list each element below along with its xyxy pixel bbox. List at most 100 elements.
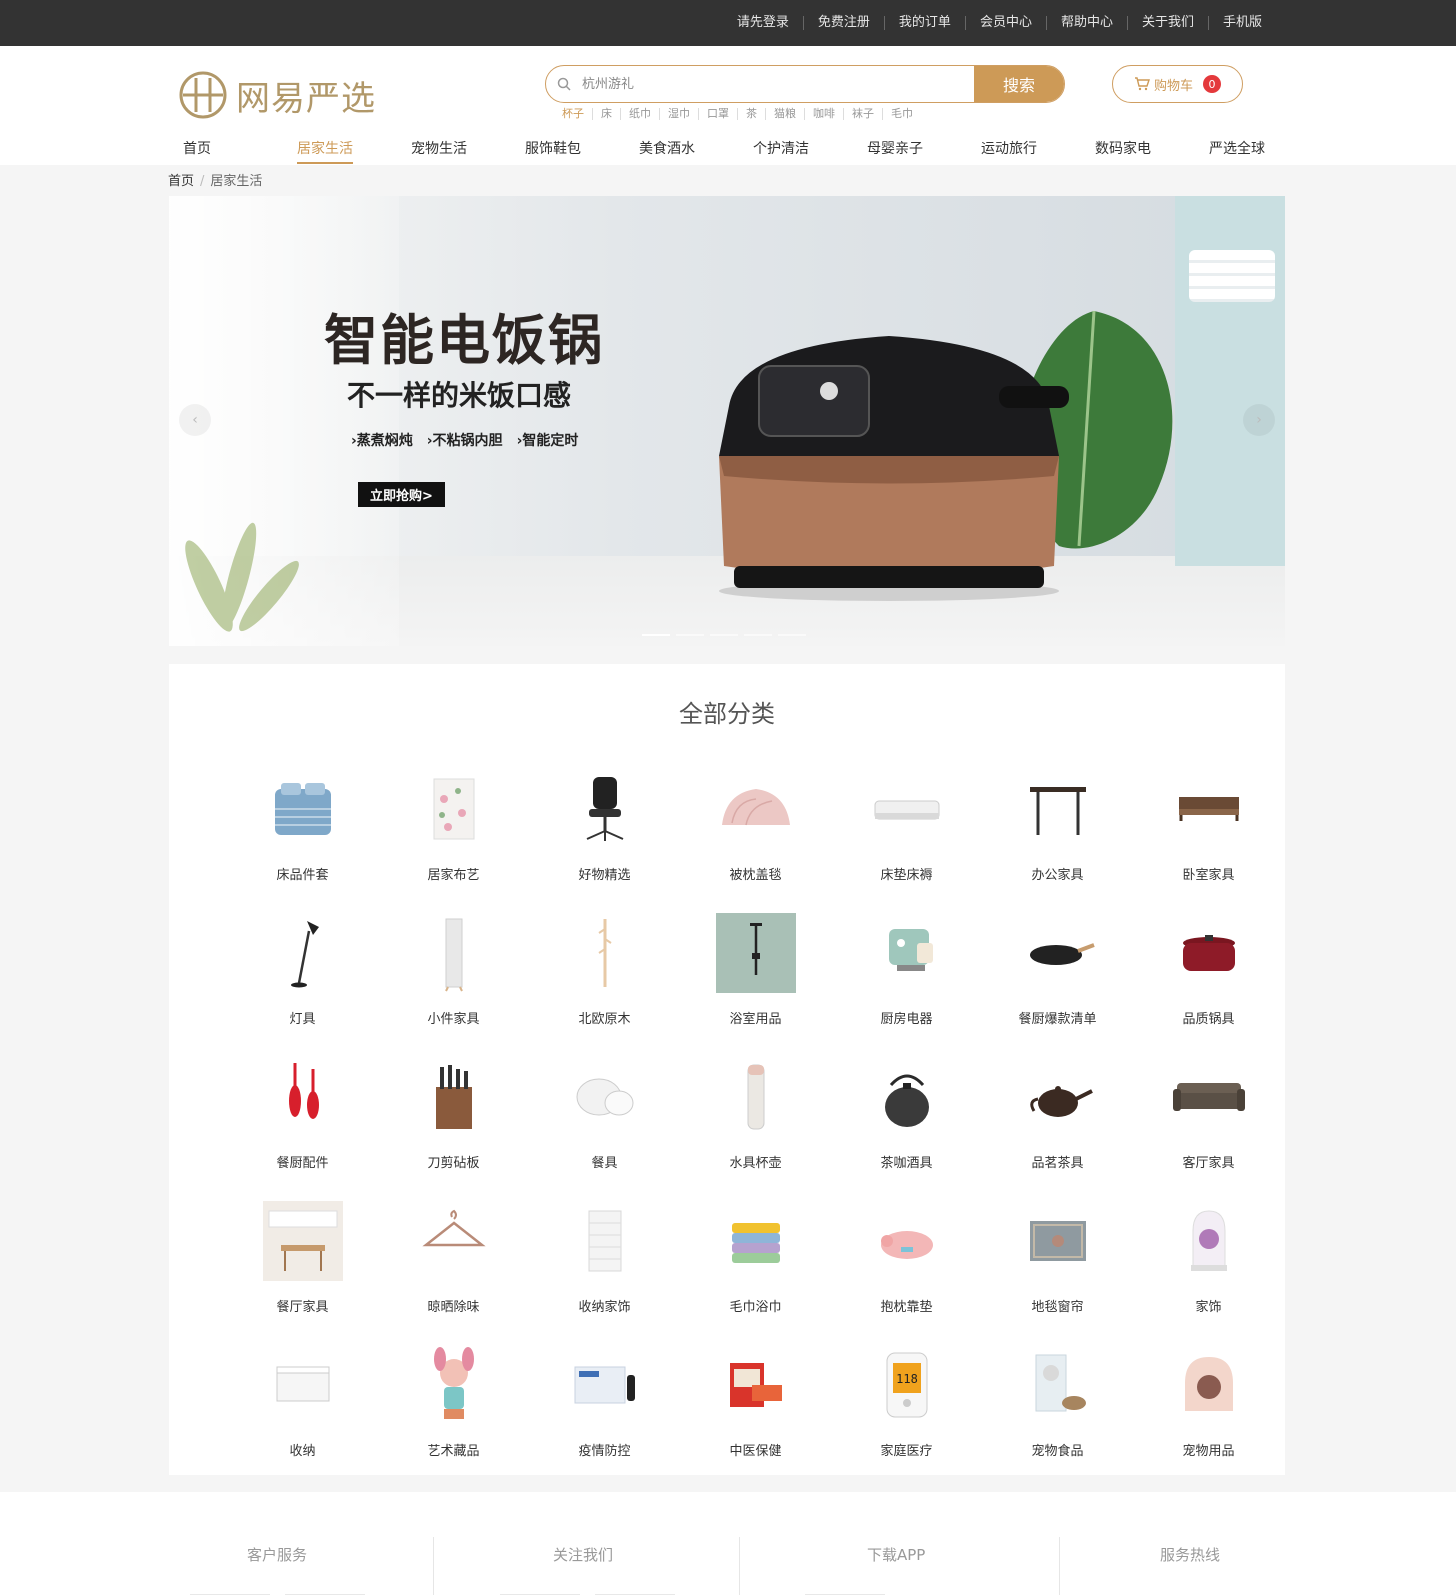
footer-hotline[interactable]: 服务热线 [1160,1544,1220,1565]
category-item[interactable]: 客厅家具 [1133,1052,1284,1196]
category-item[interactable]: 刀剪砧板 [378,1052,529,1196]
buy-now-button[interactable]: 立即抢购> [358,482,445,507]
nav-item[interactable]: 首页 [183,138,297,164]
hot-word-link[interactable]: 袜子 [843,108,882,120]
category-item[interactable]: 地毯窗帘 [982,1196,1133,1340]
category-item[interactable]: 中医保健 [680,1340,831,1484]
carousel-dot[interactable] [778,634,806,636]
hot-word-link[interactable]: 湿巾 [659,108,698,120]
carousel-dot[interactable] [676,634,704,636]
category-item[interactable]: 家饰 [1133,1196,1284,1340]
top-link[interactable]: 免费注册 [802,16,884,30]
nav-item[interactable]: 居家生活 [297,138,411,164]
hot-word-link[interactable]: 猫粮 [765,108,804,120]
footer-download-app[interactable]: 下载APP [867,1544,925,1565]
category-item[interactable]: 灯具 [227,908,378,1052]
category-item[interactable]: 毛巾浴巾 [680,1196,831,1340]
carousel-next-arrow[interactable]: › [1243,404,1275,436]
nav-item[interactable]: 严选全球 [1209,138,1323,164]
hot-word-link[interactable]: 纸巾 [620,108,659,120]
hot-word-link[interactable]: 杯子 [562,108,592,120]
category-item[interactable]: 被枕盖毯 [680,764,831,908]
search-button[interactable]: 搜索 [974,66,1064,102]
category-item[interactable]: 收纳家饰 [529,1196,680,1340]
category-item[interactable]: 小件家具 [378,908,529,1052]
hot-words: 杯子床纸巾 湿巾 口罩茶猫粮 咖啡 袜子 毛巾 [562,108,921,120]
category-label: 客厅家具 [1182,1156,1235,1171]
footer-customer-service[interactable]: 客户服务 [247,1544,307,1565]
category-label: 刀剪砧板 [427,1156,480,1171]
nav-item-label: 居家生活 [297,138,353,164]
nav-item-label: 宠物生活 [411,141,467,157]
carousel-prev-arrow[interactable]: ‹ [179,404,211,436]
category-item[interactable]: 餐厅家具 [227,1196,378,1340]
carousel-dot[interactable] [710,634,738,636]
category-item[interactable]: 艺术藏品 [378,1340,529,1484]
category-item[interactable]: 居家布艺 [378,764,529,908]
mattress-icon [862,764,952,854]
hot-word-link[interactable]: 咖啡 [804,108,843,120]
category-item[interactable]: 宠物食品 [982,1340,1133,1484]
category-item[interactable]: 茶咖酒具 [831,1052,982,1196]
search-input[interactable] [582,66,974,102]
nav-item-label: 数码家电 [1095,141,1151,157]
category-label: 艺术藏品 [427,1444,480,1459]
category-item[interactable]: 床垫床褥 [831,764,982,908]
category-item[interactable]: 收纳 [227,1340,378,1484]
nav-item[interactable]: 数码家电 [1095,138,1209,164]
main-nav: 首页 居家生活 宠物生活 服饰鞋包 美食酒水 个护清洁 母婴亲子 运动旅行 数码家电 严选全球 [183,138,1323,164]
nav-item[interactable]: 宠物生活 [411,138,525,164]
category-item[interactable]: 厨房电器 [831,908,982,1052]
category-label: 办公家具 [1031,868,1084,883]
category-item[interactable]: 卧室家具 [1133,764,1284,908]
nav-item[interactable]: 服饰鞋包 [525,138,639,164]
category-item[interactable]: 浴室用品 [680,908,831,1052]
category-item[interactable]: 品质锅具 [1133,908,1284,1052]
breadcrumb-home[interactable]: 首页 [168,174,194,189]
nav-item[interactable]: 个护清洁 [753,138,867,164]
banner-feature: ›蒸煮焖炖 [351,433,413,449]
top-link[interactable]: 请先登录 [723,16,803,30]
carousel-dot[interactable] [642,634,670,636]
category-item[interactable]: 北欧原木 [529,908,680,1052]
banner-carousel[interactable]: 智能电饭锅 不一样的米饭口感 ›蒸煮焖炖 ›不粘锅内胆 ›智能定时 立即抢购> ‹ … [169,196,1285,646]
category-item[interactable]: 宠物用品 [1133,1340,1284,1484]
category-item[interactable]: 抱枕靠垫 [831,1196,982,1340]
category-item[interactable]: 餐具 [529,1052,680,1196]
header: 网易严选 搜索 杯子床纸巾湿巾口罩茶猫粮咖啡袜子毛巾 购物车 0 首页 居家生活 宠… [0,46,1456,165]
category-item[interactable]: 餐厨爆款清单 [982,908,1133,1052]
category-item[interactable]: 餐厨配件 [227,1052,378,1196]
nav-item[interactable]: 母婴亲子 [867,138,981,164]
category-item[interactable]: 品茗茶具 [982,1052,1133,1196]
top-link[interactable]: 会员中心 [964,16,1046,30]
nav-item[interactable]: 运动旅行 [981,138,1095,164]
category-label: 茶咖酒具 [880,1156,933,1171]
carousel-dot[interactable] [744,634,772,636]
hot-word-link[interactable]: 茶 [737,108,765,120]
top-link[interactable]: 我的订单 [883,16,965,30]
category-item[interactable]: 床品件套 [227,764,378,908]
hot-word-link[interactable]: 口罩 [698,108,737,120]
nav-item[interactable]: 美食酒水 [639,138,753,164]
teapot-icon [1013,1052,1103,1142]
footer-divider [1059,1537,1060,1595]
category-item[interactable]: 118 家庭医疗 [831,1340,982,1484]
top-link[interactable]: 关于我们 [1126,16,1208,30]
hot-word-link[interactable]: 毛巾 [882,108,921,120]
category-item[interactable]: 好物精选 [529,764,680,908]
banner-feature: ›不粘锅内胆 [426,433,503,449]
hot-word-link[interactable]: 床 [592,108,620,120]
category-item[interactable]: 疫情防控 [529,1340,680,1484]
category-item[interactable]: 水具杯壶 [680,1052,831,1196]
office-chair-icon [560,764,650,854]
footer-follow-us[interactable]: 关注我们 [553,1544,613,1565]
category-item[interactable]: 办公家具 [982,764,1133,908]
logo[interactable]: 网易严选 [178,68,388,122]
category-label: 水具杯壶 [729,1156,782,1171]
category-item[interactable]: 晾晒除味 [378,1196,529,1340]
cart-button[interactable]: 购物车 0 [1112,65,1243,103]
top-link[interactable]: 帮助中心 [1045,16,1127,30]
test-kit-icon [560,1340,650,1430]
top-link[interactable]: 手机版 [1207,16,1276,30]
category-label: 好物精选 [578,868,631,883]
